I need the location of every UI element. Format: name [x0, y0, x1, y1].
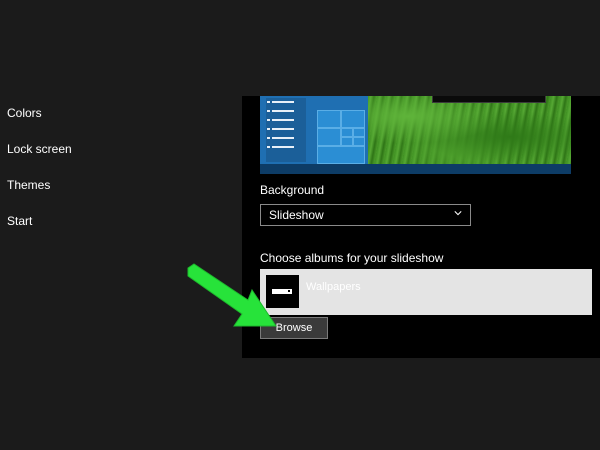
preview-list-line [272, 110, 294, 112]
nav-item-themes[interactable]: Themes [7, 178, 50, 192]
preview-tile [341, 128, 353, 137]
preview-tiles [317, 98, 365, 164]
settings-window: Colors Lock screen Themes Start Backgrou… [0, 0, 600, 450]
preview-list-line [272, 137, 294, 139]
browse-button[interactable]: Browse [260, 317, 328, 339]
preview-list-bullet [267, 110, 270, 112]
preview-tile [341, 110, 365, 128]
background-dropdown[interactable]: Slideshow [260, 204, 471, 226]
preview-app-list [266, 98, 306, 162]
album-icon [266, 275, 299, 308]
preview-list-line [272, 101, 294, 103]
album-name: Wallpapers [306, 281, 361, 293]
preview-tile [341, 137, 353, 146]
desktop-preview [260, 96, 571, 174]
preview-tile [317, 146, 365, 164]
album-icon-dot [288, 290, 290, 292]
preview-tile [317, 128, 341, 146]
preview-wallpaper [368, 96, 571, 164]
background-dropdown-value: Slideshow [269, 208, 324, 222]
preview-tile [353, 128, 365, 137]
chevron-down-icon [454, 211, 462, 216]
preview-tile [353, 137, 365, 146]
preview-start-menu [260, 96, 368, 164]
preview-list-bullet [267, 128, 270, 130]
preview-tile [317, 110, 341, 128]
background-label: Background [260, 183, 325, 197]
preview-list-bullet [267, 137, 270, 139]
preview-list-line [272, 128, 294, 130]
nav-item-colors[interactable]: Colors [7, 106, 42, 120]
preview-list-bullet [267, 119, 270, 121]
album-item-wallpapers[interactable]: Wallpapers [260, 269, 592, 315]
preview-taskbar [260, 164, 571, 174]
nav-item-start[interactable]: Start [7, 214, 32, 228]
preview-list-line [272, 119, 294, 121]
preview-list-bullet [267, 146, 270, 148]
slideshow-albums-label: Choose albums for your slideshow [260, 251, 444, 265]
nav-item-lock-screen[interactable]: Lock screen [7, 142, 72, 156]
preview-list-line [272, 146, 294, 148]
preview-window [432, 96, 546, 103]
preview-list-bullet [267, 101, 270, 103]
background-settings-panel: Background Slideshow Choose albums for y… [242, 96, 600, 358]
